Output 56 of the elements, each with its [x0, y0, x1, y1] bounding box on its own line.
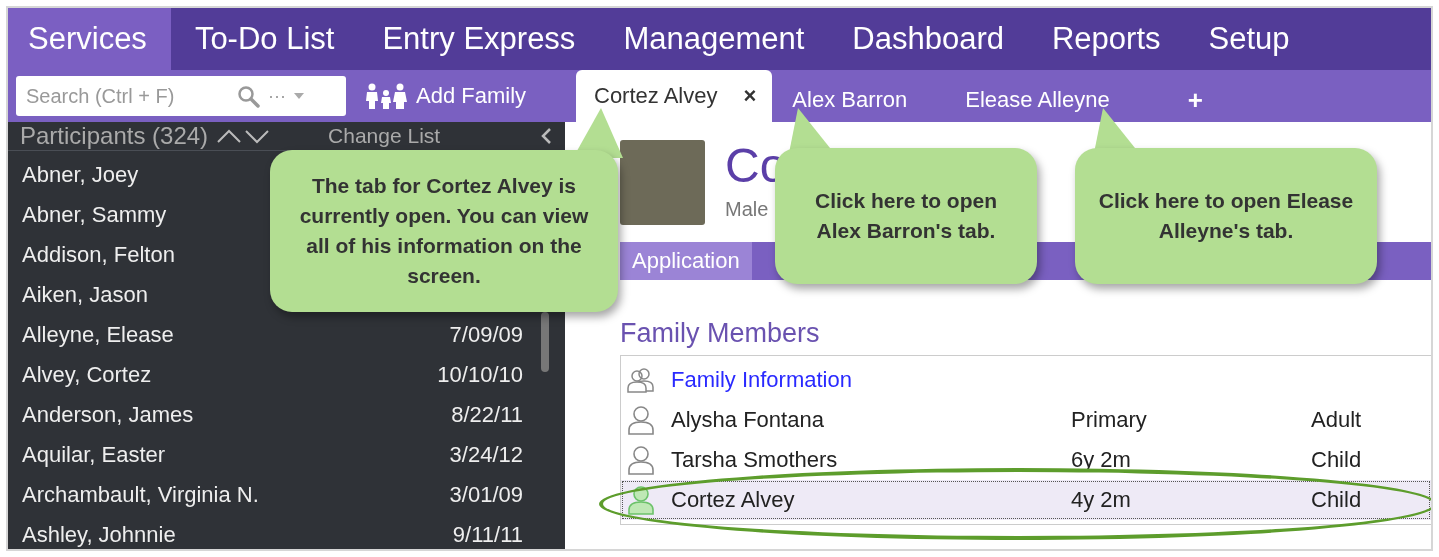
- participant-date: 3/01/09: [449, 482, 523, 508]
- participant-name[interactable]: Addison, Felton: [22, 242, 175, 268]
- nav-tab[interactable]: Services: [8, 8, 171, 70]
- participant-name[interactable]: Abner, Sammy: [22, 202, 167, 228]
- people-icon: [627, 367, 655, 393]
- change-list-link[interactable]: Change List: [328, 124, 441, 148]
- section-title: Family Members: [620, 318, 821, 349]
- close-button[interactable]: ×: [743, 83, 757, 109]
- add-family-button[interactable]: Add Family: [364, 83, 527, 109]
- member-type: Child: [1311, 447, 1363, 473]
- record-tab[interactable]: Alex Barron: [772, 78, 946, 122]
- participant-name[interactable]: Ashley, Johnnie: [22, 522, 176, 548]
- member-name: Cortez Alvey: [671, 487, 796, 513]
- person-icon: [627, 405, 655, 435]
- participant-name[interactable]: Aiken, Jason: [22, 282, 148, 308]
- nav-tab[interactable]: To-Do List: [170, 8, 359, 70]
- person-icon: [627, 485, 655, 515]
- member-row[interactable]: Alysha Fontana Primary Adult: [621, 400, 1431, 440]
- sort-arrows-icon: [216, 128, 271, 144]
- participant-name[interactable]: Alleyne, Elease: [22, 322, 174, 348]
- participant-name[interactable]: Alvey, Cortez: [22, 362, 152, 388]
- participant-name[interactable]: Aquilar, Easter: [22, 442, 166, 468]
- nav-tab[interactable]: Reports: [1028, 8, 1185, 70]
- nav-tab[interactable]: Setup: [1184, 8, 1314, 70]
- participant-name[interactable]: Abner, Joey: [22, 162, 139, 188]
- family-icon: [364, 83, 408, 109]
- member-type: Adult: [1311, 407, 1363, 433]
- participant-date: 9/11/11: [452, 522, 523, 548]
- participant-date: 7/09/09: [449, 322, 523, 348]
- collapse-caret-icon: [541, 128, 551, 144]
- callout: The tab for Cortez Alvey is currently open. You can view all of his information on the screen.: [270, 150, 618, 312]
- list-title: Participants (324): [20, 122, 209, 150]
- member-age: 4y 2m: [1071, 487, 1132, 513]
- nav-tab[interactable]: Dashboard: [828, 8, 1028, 70]
- member-row[interactable]: Cortez Alvey 4y 2m Child: [621, 480, 1431, 520]
- member-age: Primary: [1071, 407, 1148, 433]
- participant-name[interactable]: Anderson, James: [22, 402, 194, 428]
- scrollbar-thumb[interactable]: [541, 312, 549, 372]
- member-name: Tarsha Smothers: [671, 447, 839, 473]
- callout: Click here to open Elease Alleyne's tab.: [1075, 148, 1377, 284]
- member-type: Child: [1311, 487, 1363, 513]
- search-icon: [236, 84, 260, 108]
- record-tab[interactable]: Cortez Alvey ×: [576, 70, 773, 122]
- nav-tab[interactable]: Entry Express: [358, 8, 600, 70]
- participant-date: 3/24/12: [449, 442, 523, 468]
- family-information-link[interactable]: Family Information: [671, 367, 852, 393]
- participant-date: 10/10/10: [437, 362, 523, 388]
- participant-detail: Male: [725, 198, 769, 221]
- participant-name[interactable]: Archambault, Virginia N.: [22, 482, 259, 508]
- record-tab[interactable]: Elease Alleyne: [945, 78, 1148, 122]
- dropdown-caret-icon: [294, 93, 304, 99]
- nav-tab[interactable]: Management: [599, 8, 829, 70]
- person-icon: [627, 445, 655, 475]
- new-tab-button[interactable]: +: [1187, 78, 1203, 122]
- participant-date: 8/22/11: [451, 402, 523, 428]
- member-name: Alysha Fontana: [671, 407, 825, 433]
